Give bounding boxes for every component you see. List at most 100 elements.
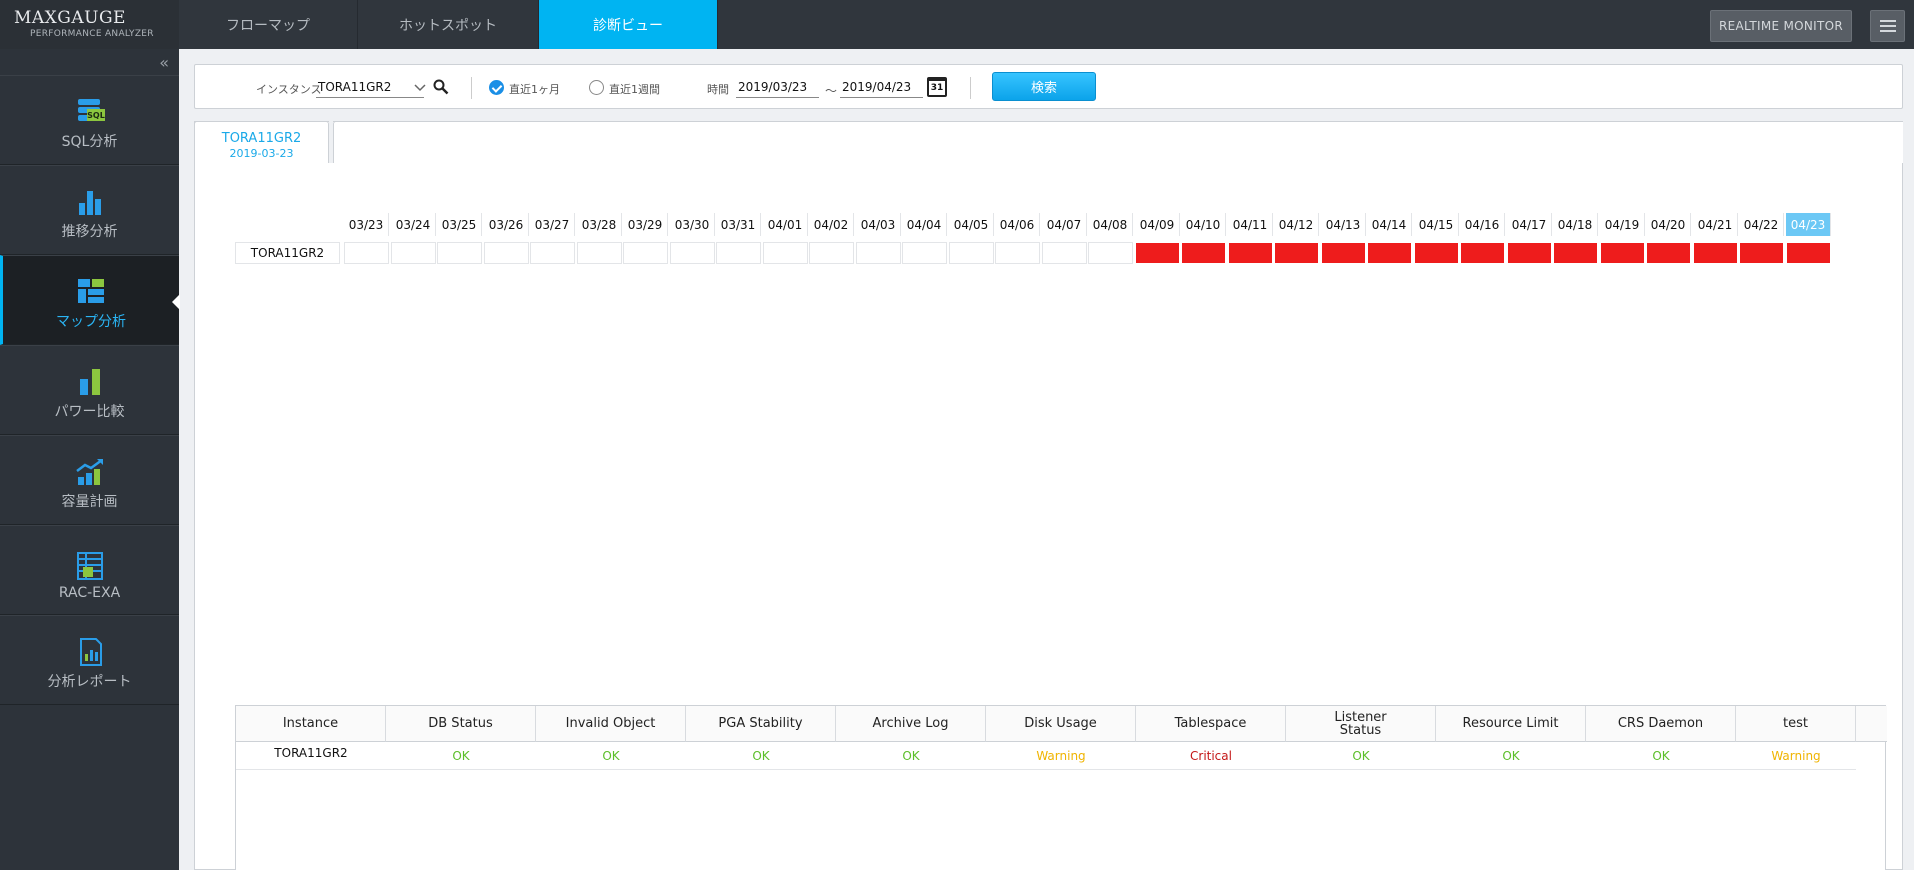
sidebar-item-capacity-plan[interactable]: 容量計画 xyxy=(0,435,179,525)
instance-label: インスタンス xyxy=(256,83,322,96)
table-cell-status: OK xyxy=(836,743,986,770)
sidebar: « SQL SQL分析 推移分析 マップ分析 パワー比較 容量計画 RAC-EX… xyxy=(0,49,180,870)
instance-select[interactable]: TORA11GR2 xyxy=(316,78,424,98)
main-menu-button[interactable] xyxy=(1870,10,1905,42)
calendar-status-cell[interactable] xyxy=(1367,242,1412,264)
calendar-status-cell[interactable] xyxy=(391,242,436,264)
time-label: 時間 xyxy=(707,83,729,96)
calendar-status-cell[interactable] xyxy=(670,242,715,264)
calendar-status-cell[interactable] xyxy=(1414,242,1459,264)
calendar-status-cell[interactable] xyxy=(1786,242,1831,264)
instance-tab-date: 2019-03-23 xyxy=(229,147,294,160)
calendar-date: 03/23 xyxy=(344,213,389,236)
date-range-tilde: ～ xyxy=(825,84,838,98)
calendar-status-cell[interactable] xyxy=(902,242,947,264)
calendar-status-cell[interactable] xyxy=(1553,242,1598,264)
column-header: Invalid Object xyxy=(536,706,686,742)
calendar-status-cell[interactable] xyxy=(1646,242,1691,264)
tab-hotspot[interactable]: ホットスポット xyxy=(358,0,539,49)
brand-subtitle: PERFORMANCE ANALYZER xyxy=(30,29,154,39)
calendar-status-cell[interactable] xyxy=(1693,242,1738,264)
instance-tab-name: TORA11GR2 xyxy=(221,131,302,146)
sidebar-item-rac-exa[interactable]: RAC-EXA xyxy=(0,525,179,615)
calendar-status-cell[interactable] xyxy=(1181,242,1226,264)
calendar-status-cell[interactable] xyxy=(1135,242,1180,264)
calendar-status-cell[interactable] xyxy=(995,242,1040,264)
calendar-date: 04/09 xyxy=(1135,213,1180,236)
calendar-status-cell[interactable] xyxy=(949,242,994,264)
collapse-sidebar-icon[interactable]: « xyxy=(159,53,169,72)
calendar-date: 04/18 xyxy=(1553,213,1598,236)
calendar-status-cell[interactable] xyxy=(484,242,529,264)
table-cell-status: Critical xyxy=(1136,743,1286,770)
calendar-date: 04/23 xyxy=(1786,213,1831,236)
calendar-status-cell[interactable] xyxy=(1088,242,1133,264)
column-header: Disk Usage xyxy=(986,706,1136,742)
report-icon xyxy=(79,638,102,666)
calendar-status-cell[interactable] xyxy=(623,242,668,264)
calendar-status-cell[interactable] xyxy=(577,242,622,264)
table-cell-instance: TORA11GR2 xyxy=(236,743,386,770)
chevron-down-icon[interactable] xyxy=(414,83,426,93)
calendar-status-cell[interactable] xyxy=(809,242,854,264)
search-icon[interactable] xyxy=(433,79,449,95)
tab-flowmap[interactable]: フローマップ xyxy=(179,0,358,49)
calendar-date: 04/19 xyxy=(1600,213,1645,236)
instance-select-value: TORA11GR2 xyxy=(318,80,392,94)
search-button[interactable]: 検索 xyxy=(992,72,1096,101)
sidebar-item-sql-analysis[interactable]: SQL SQL分析 xyxy=(0,75,179,165)
calendar-status-cell[interactable] xyxy=(1042,242,1087,264)
calendar-status-cell[interactable] xyxy=(1321,242,1366,264)
date-from-input[interactable]: 2019/03/23 xyxy=(736,78,819,98)
sidebar-item-analysis-report[interactable]: 分析レポート xyxy=(0,615,179,705)
calendar-date: 04/16 xyxy=(1460,213,1505,236)
realtime-monitor-button[interactable]: REALTIME MONITOR xyxy=(1710,10,1852,42)
calendar-date: 04/01 xyxy=(763,213,808,236)
column-header: Tablespace xyxy=(1136,706,1286,742)
date-to-input[interactable]: 2019/04/23 xyxy=(840,78,923,98)
hamburger-icon xyxy=(1879,20,1896,32)
sidebar-item-power-compare[interactable]: パワー比較 xyxy=(0,345,179,435)
calendar-status-cell[interactable] xyxy=(1460,242,1505,264)
calendar-status-cell[interactable] xyxy=(344,242,389,264)
column-header: Resource Limit xyxy=(1436,706,1586,742)
table-cell-status: OK xyxy=(386,743,536,770)
sidebar-item-trend-analysis[interactable]: 推移分析 xyxy=(0,165,179,255)
calendar-status-cell[interactable] xyxy=(856,242,901,264)
calendar-date: 03/24 xyxy=(391,213,436,236)
calendar-status-cell[interactable] xyxy=(530,242,575,264)
radio-last-week[interactable] xyxy=(589,80,604,95)
column-header: Listener Status xyxy=(1286,706,1436,742)
calendar-date: 03/31 xyxy=(716,213,761,236)
calendar-date: 04/22 xyxy=(1739,213,1784,236)
app-logo: MAXGAUGE PERFORMANCE ANALYZER xyxy=(0,0,179,49)
calendar-status-cell[interactable] xyxy=(763,242,808,264)
calendar-status-cell[interactable] xyxy=(1228,242,1273,264)
calendar-status-cell[interactable] xyxy=(437,242,482,264)
svg-text:SQL: SQL xyxy=(87,111,105,120)
calendar-status-cell[interactable] xyxy=(1507,242,1552,264)
capacity-chart-icon xyxy=(75,458,103,485)
sidebar-item-label: パワー比較 xyxy=(54,404,125,420)
calendar-status-cell[interactable] xyxy=(1600,242,1645,264)
sidebar-item-map-analysis[interactable]: マップ分析 xyxy=(0,255,180,345)
calendar-date: 04/05 xyxy=(949,213,994,236)
calendar-icon[interactable]: 31 xyxy=(927,77,947,97)
calendar-status-cell[interactable] xyxy=(716,242,761,264)
calendar-date: 03/28 xyxy=(577,213,622,236)
column-header: Archive Log xyxy=(836,706,986,742)
calendar-date: 03/26 xyxy=(484,213,529,236)
divider xyxy=(970,77,971,99)
table-cell-status: OK xyxy=(536,743,686,770)
divider xyxy=(471,77,472,99)
status-table: Instance DB Status Invalid Object PGA St… xyxy=(235,705,1887,870)
rac-exa-icon xyxy=(76,552,103,580)
calendar-status-cell[interactable] xyxy=(1274,242,1319,264)
calendar-status-cell[interactable] xyxy=(1739,242,1784,264)
instance-tab[interactable]: TORA11GR2 2019-03-23 xyxy=(194,121,329,163)
radio-last-month[interactable] xyxy=(489,80,504,95)
calendar-date: 03/29 xyxy=(623,213,668,236)
tab-diagnosis-view[interactable]: 診断ビュー xyxy=(539,0,718,49)
column-header: test xyxy=(1736,706,1856,742)
search-bar: インスタンス TORA11GR2 直近1ヶ月 直近1週間 時間 2019/03/… xyxy=(194,64,1903,109)
